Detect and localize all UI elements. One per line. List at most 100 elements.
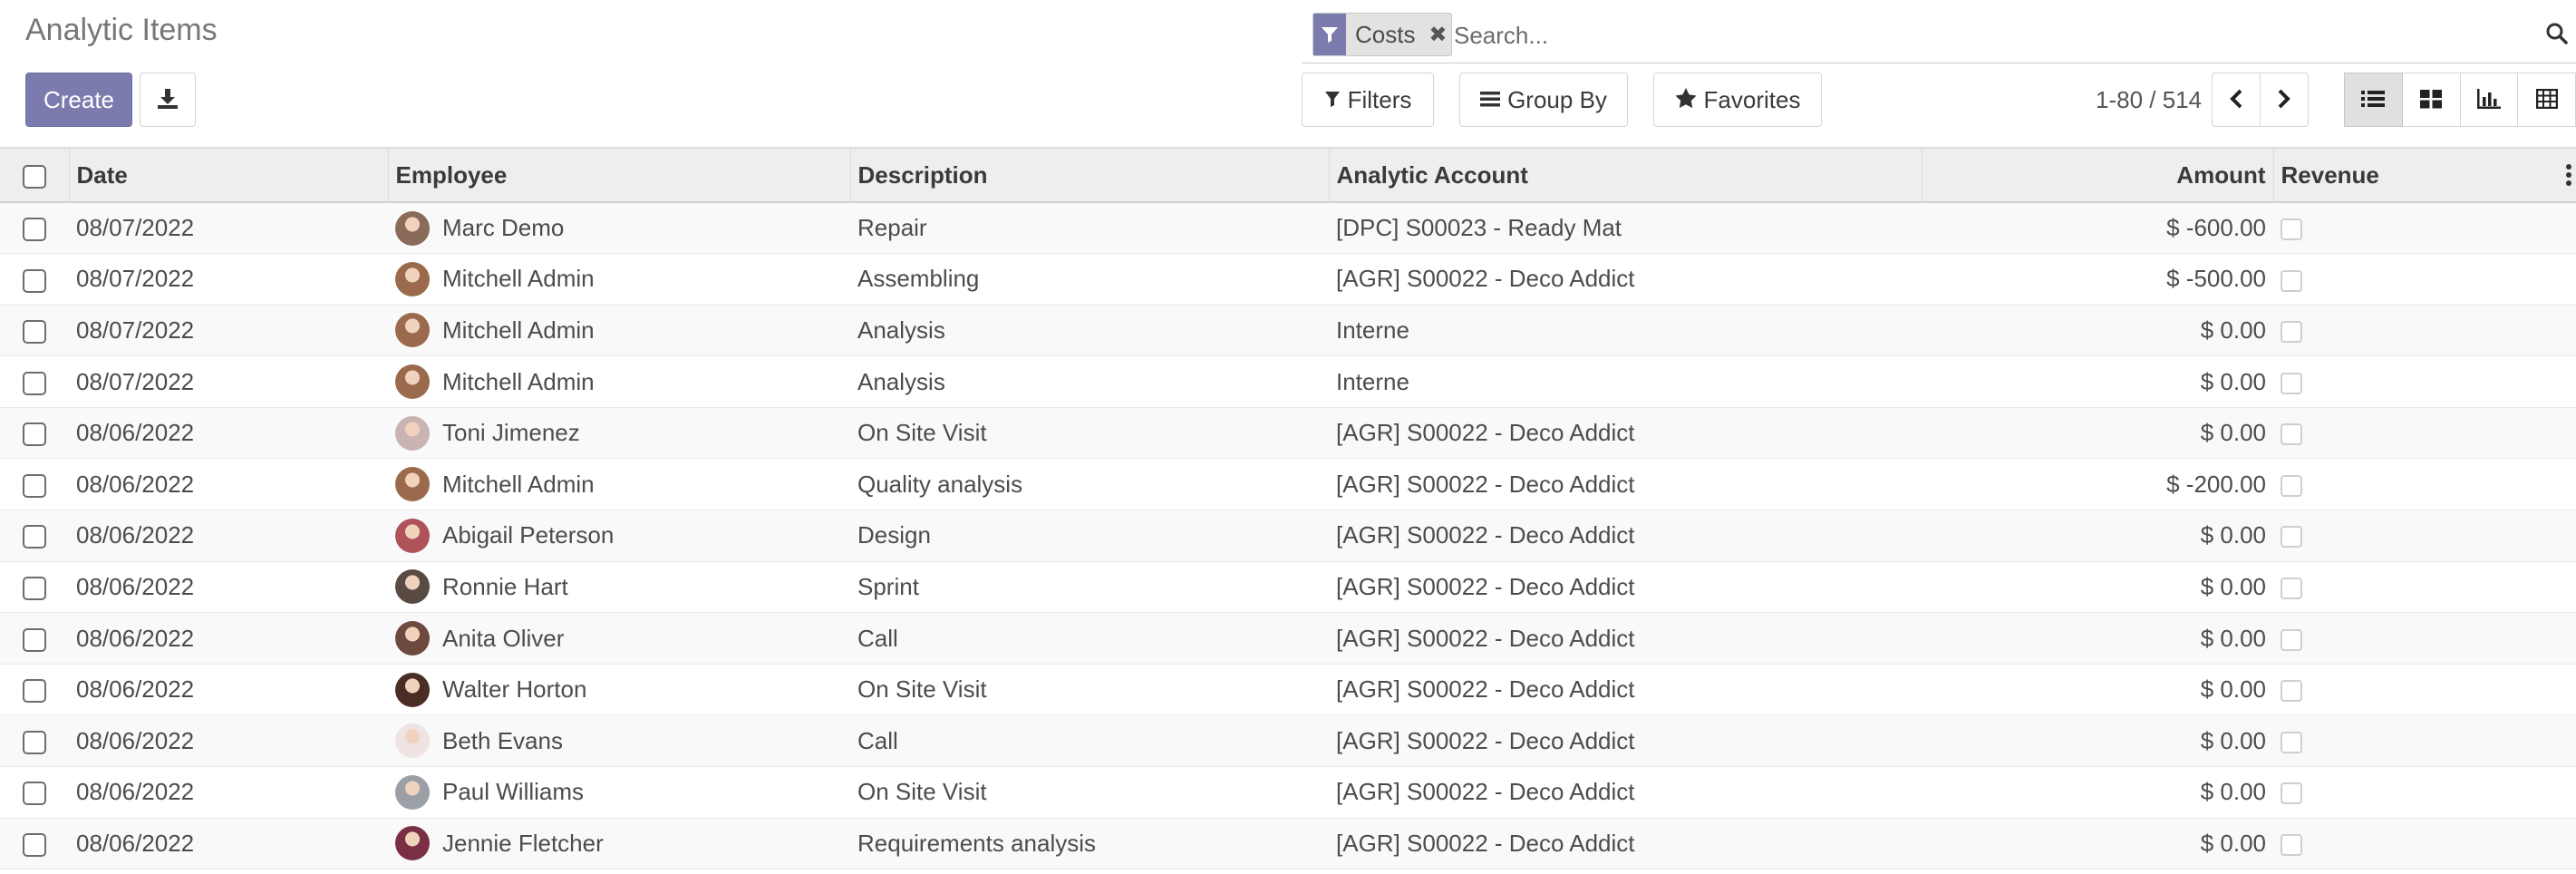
revenue-checkbox[interactable] xyxy=(2281,321,2302,344)
graph-view-button[interactable] xyxy=(2460,73,2519,127)
table-row[interactable]: 08/06/2022 Ronnie Hart Sprint [AGR] S00022 … xyxy=(0,561,2576,614)
revenue-checkbox[interactable] xyxy=(2281,423,2302,446)
table-row[interactable]: 08/06/2022 Jennie Fletcher Requirements an… xyxy=(0,818,2576,870)
analytic-account-cell[interactable]: [AGR] S00022 - Deco Addict xyxy=(1329,561,1922,614)
description-cell[interactable]: Analysis xyxy=(850,355,1329,408)
amount-cell[interactable]: $ -200.00 xyxy=(1922,458,2273,511)
row-checkbox[interactable] xyxy=(23,422,46,447)
analytic-account-cell[interactable]: [AGR] S00022 - Deco Addict xyxy=(1329,818,1922,870)
amount-cell[interactable]: $ 0.00 xyxy=(1922,818,2273,870)
employee-cell[interactable]: Toni Jimenez xyxy=(388,407,850,460)
revenue-checkbox[interactable] xyxy=(2281,578,2302,600)
date-cell[interactable]: 08/06/2022 xyxy=(69,714,388,768)
table-row[interactable]: 08/07/2022 Mitchell Admin Analysis Interne $… xyxy=(0,355,2576,408)
description-cell[interactable]: On Site Visit xyxy=(850,664,1329,716)
row-checkbox[interactable] xyxy=(23,577,46,601)
favorites-button[interactable]: Favorites xyxy=(1653,73,1822,127)
employee-cell[interactable]: Marc Demo xyxy=(388,202,850,255)
column-header-description[interactable]: Description xyxy=(849,147,1329,203)
amount-cell[interactable]: $ 0.00 xyxy=(1922,407,2273,460)
employee-cell[interactable]: Walter Horton xyxy=(388,664,850,716)
table-row[interactable]: 08/06/2022 Paul Williams On Site Visit [AGR… xyxy=(0,766,2576,819)
row-checkbox[interactable] xyxy=(23,730,46,754)
analytic-account-cell[interactable]: [AGR] S00022 - Deco Addict xyxy=(1329,510,1922,562)
date-cell[interactable]: 08/06/2022 xyxy=(69,407,388,460)
revenue-checkbox[interactable] xyxy=(2281,372,2302,394)
row-checkbox[interactable] xyxy=(23,782,46,806)
analytic-account-cell[interactable]: [AGR] S00022 - Deco Addict xyxy=(1329,612,1922,665)
column-header-revenue[interactable]: Revenue xyxy=(2281,161,2379,189)
table-row[interactable]: 08/07/2022 Mitchell Admin Analysis Interne $… xyxy=(0,305,2576,357)
revenue-checkbox[interactable] xyxy=(2281,526,2302,549)
description-cell[interactable]: Sprint xyxy=(850,561,1329,614)
revenue-checkbox[interactable] xyxy=(2281,782,2302,805)
search-icon[interactable] xyxy=(2545,22,2569,50)
group-by-button[interactable]: Group By xyxy=(1459,73,1628,127)
create-button[interactable]: Create xyxy=(25,73,132,127)
optional-columns-icon[interactable] xyxy=(2565,163,2572,193)
row-checkbox[interactable] xyxy=(23,320,46,345)
column-header-analytic-account[interactable]: Analytic Account xyxy=(1328,147,1922,203)
analytic-account-cell[interactable]: Interne xyxy=(1329,305,1922,357)
description-cell[interactable]: Analysis xyxy=(850,305,1329,357)
date-cell[interactable]: 08/06/2022 xyxy=(69,664,388,716)
facet-remove-icon[interactable]: ✖ xyxy=(1424,14,1451,55)
employee-cell[interactable]: Mitchell Admin xyxy=(388,253,850,306)
amount-cell[interactable]: $ 0.00 xyxy=(1922,355,2273,408)
revenue-checkbox[interactable] xyxy=(2281,680,2302,703)
description-cell[interactable]: Call xyxy=(850,612,1329,665)
amount-cell[interactable]: $ -500.00 xyxy=(1922,253,2273,306)
description-cell[interactable]: On Site Visit xyxy=(850,407,1329,460)
description-cell[interactable]: Repair xyxy=(850,202,1329,255)
column-header-amount[interactable]: Amount xyxy=(1921,147,2273,203)
employee-cell[interactable]: Mitchell Admin xyxy=(388,458,850,511)
date-cell[interactable]: 08/07/2022 xyxy=(69,202,388,255)
row-checkbox[interactable] xyxy=(23,473,46,498)
amount-cell[interactable]: $ 0.00 xyxy=(1922,714,2273,768)
employee-cell[interactable]: Mitchell Admin xyxy=(388,355,850,408)
analytic-account-cell[interactable]: [AGR] S00022 - Deco Addict xyxy=(1329,714,1922,768)
table-row[interactable]: 08/06/2022 Abigail Peterson Design [AGR] S0… xyxy=(0,510,2576,562)
pivot-view-button[interactable] xyxy=(2518,73,2576,127)
date-cell[interactable]: 08/06/2022 xyxy=(69,458,388,511)
revenue-checkbox[interactable] xyxy=(2281,474,2302,497)
row-checkbox[interactable] xyxy=(23,679,46,704)
row-checkbox[interactable] xyxy=(23,833,46,858)
analytic-account-cell[interactable]: Interne xyxy=(1329,355,1922,408)
filters-button[interactable]: Filters xyxy=(1302,73,1434,127)
date-cell[interactable]: 08/06/2022 xyxy=(69,510,388,562)
search-input[interactable] xyxy=(1454,16,2505,54)
analytic-account-cell[interactable]: [DPC] S00023 - Ready Mat xyxy=(1329,202,1922,255)
revenue-checkbox[interactable] xyxy=(2281,218,2302,241)
employee-cell[interactable]: Jennie Fletcher xyxy=(388,818,850,870)
analytic-account-cell[interactable]: [AGR] S00022 - Deco Addict xyxy=(1329,407,1922,460)
employee-cell[interactable]: Abigail Peterson xyxy=(388,510,850,562)
description-cell[interactable]: Quality analysis xyxy=(850,458,1329,511)
description-cell[interactable]: Assembling xyxy=(850,253,1329,306)
date-cell[interactable]: 08/06/2022 xyxy=(69,818,388,870)
table-row[interactable]: 08/07/2022 Mitchell Admin Assembling [AGR] … xyxy=(0,253,2576,306)
table-row[interactable]: 08/07/2022 Marc Demo Repair [DPC] S00023 - … xyxy=(0,202,2576,255)
row-checkbox[interactable] xyxy=(23,371,46,395)
amount-cell[interactable]: $ 0.00 xyxy=(1922,612,2273,665)
column-header-employee[interactable]: Employee xyxy=(387,147,850,203)
list-view-button[interactable] xyxy=(2344,73,2403,127)
pager-next-button[interactable] xyxy=(2260,73,2309,127)
pager-previous-button[interactable] xyxy=(2212,73,2261,127)
date-cell[interactable]: 08/07/2022 xyxy=(69,305,388,357)
amount-cell[interactable]: $ 0.00 xyxy=(1922,766,2273,819)
pager-value[interactable]: 1-80 / 514 xyxy=(2096,86,2202,114)
employee-cell[interactable]: Paul Williams xyxy=(388,766,850,819)
column-header-date[interactable]: Date xyxy=(68,147,388,203)
analytic-account-cell[interactable]: [AGR] S00022 - Deco Addict xyxy=(1329,253,1922,306)
analytic-account-cell[interactable]: [AGR] S00022 - Deco Addict xyxy=(1329,766,1922,819)
table-row[interactable]: 08/06/2022 Toni Jimenez On Site Visit [AGR]… xyxy=(0,407,2576,460)
description-cell[interactable]: Requirements analysis xyxy=(850,818,1329,870)
table-row[interactable]: 08/06/2022 Beth Evans Call [AGR] S00022 - D… xyxy=(0,714,2576,768)
kanban-view-button[interactable] xyxy=(2402,73,2461,127)
row-checkbox[interactable] xyxy=(23,525,46,549)
amount-cell[interactable]: $ 0.00 xyxy=(1922,561,2273,614)
analytic-account-cell[interactable]: [AGR] S00022 - Deco Addict xyxy=(1329,458,1922,511)
date-cell[interactable]: 08/06/2022 xyxy=(69,766,388,819)
row-checkbox[interactable] xyxy=(23,218,46,242)
